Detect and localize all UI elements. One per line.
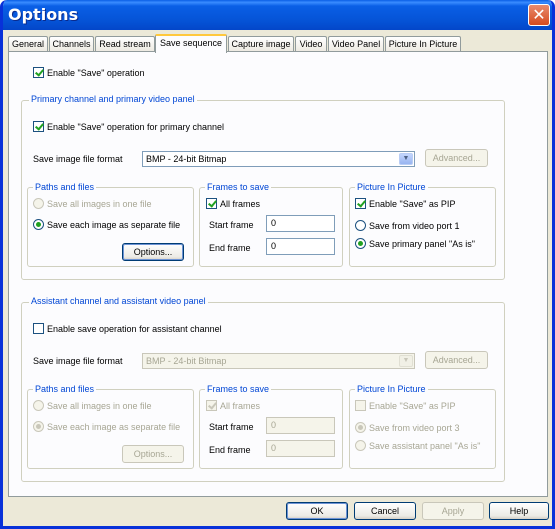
assistant-format-value: BMP - 24-bit Bitmap <box>146 356 227 366</box>
assistant-advanced-button[interactable]: Advanced... <box>425 351 488 369</box>
chevron-down-icon: ▼ <box>399 355 413 367</box>
assistant-all-frames-label: All frames <box>220 401 261 411</box>
tab-panel-save-sequence: Enable "Save" operation Primary channel … <box>8 51 548 497</box>
apply-button[interactable]: Apply <box>422 502 484 520</box>
primary-save-all-radio[interactable] <box>33 198 44 209</box>
primary-panel-as-is-radio[interactable] <box>355 238 366 249</box>
enable-save-checkbox[interactable] <box>33 67 44 78</box>
primary-panel-as-is-label: Save primary panel "As is" <box>369 239 475 249</box>
assistant-format-select[interactable]: BMP - 24-bit Bitmap ▼ <box>142 353 415 369</box>
window-title: Options <box>8 5 79 24</box>
primary-pip-enable-label: Enable "Save" as PIP <box>369 199 456 209</box>
tab-label: Picture In Picture <box>388 39 458 49</box>
assistant-from-port-radio[interactable] <box>355 422 366 433</box>
tab-video[interactable]: Video <box>295 36 327 52</box>
tab-general[interactable]: General <box>8 36 48 52</box>
options-dialog: Options ✕ General Channels Read stream S… <box>0 0 555 529</box>
primary-enable-label: Enable "Save" operation for primary chan… <box>47 122 224 132</box>
tab-capture-image[interactable]: Capture image <box>228 36 294 52</box>
primary-save-each-radio[interactable] <box>33 219 44 230</box>
primary-save-each-label: Save each image as separate file <box>47 220 181 230</box>
primary-frames-title: Frames to save <box>205 182 272 193</box>
assistant-enable-label: Enable save operation for assistant chan… <box>47 324 222 334</box>
assistant-save-all-radio[interactable] <box>33 400 44 411</box>
primary-from-port-radio[interactable] <box>355 220 366 231</box>
primary-paths-title: Paths and files <box>33 182 97 193</box>
primary-start-frame-input[interactable]: 0 <box>266 215 335 232</box>
assistant-panel-as-is-label: Save assistant panel "As is" <box>369 441 481 451</box>
chevron-down-icon: ▼ <box>399 153 413 165</box>
primary-start-frame-label: Start frame <box>209 220 254 230</box>
primary-enable-checkbox[interactable] <box>33 121 44 132</box>
assistant-pip-enable-checkbox[interactable] <box>355 400 366 411</box>
assistant-save-each-radio[interactable] <box>33 421 44 432</box>
tab-label: Read stream <box>99 39 151 49</box>
primary-group-title: Primary channel and primary video panel <box>29 94 197 105</box>
assistant-enable-checkbox[interactable] <box>33 323 44 334</box>
primary-advanced-button[interactable]: Advanced... <box>425 149 488 167</box>
tab-label: Save sequence <box>159 38 223 48</box>
close-icon: ✕ <box>532 5 546 24</box>
assistant-all-frames-checkbox[interactable] <box>206 400 217 411</box>
tab-label: General <box>11 39 45 49</box>
primary-all-frames-label: All frames <box>220 199 261 209</box>
primary-all-frames-checkbox[interactable] <box>206 198 217 209</box>
cancel-button[interactable]: Cancel <box>354 502 416 520</box>
assistant-save-each-label: Save each image as separate file <box>47 422 181 432</box>
close-button[interactable]: ✕ <box>528 4 550 26</box>
primary-format-value: BMP - 24-bit Bitmap <box>146 154 227 164</box>
assistant-pip-enable-label: Enable "Save" as PIP <box>369 401 456 411</box>
primary-pip-title: Picture In Picture <box>355 182 428 193</box>
primary-options-button[interactable]: Options... <box>122 243 184 261</box>
ok-button[interactable]: OK <box>286 502 348 520</box>
assistant-save-all-label: Save all images in one file <box>47 401 152 411</box>
primary-end-frame-input[interactable]: 0 <box>266 238 335 255</box>
tab-read-stream[interactable]: Read stream <box>95 36 155 52</box>
tab-channels[interactable]: Channels <box>49 36 94 52</box>
assistant-paths-title: Paths and files <box>33 384 97 395</box>
assistant-format-label: Save image file format <box>33 356 123 366</box>
tab-label: Video Panel <box>331 39 381 49</box>
assistant-end-frame-input[interactable]: 0 <box>266 440 335 457</box>
assistant-from-port-label: Save from video port 3 <box>369 423 460 433</box>
assistant-end-frame-label: End frame <box>209 445 251 455</box>
assistant-pip-title: Picture In Picture <box>355 384 428 395</box>
enable-save-label: Enable "Save" operation <box>47 68 145 78</box>
tab-picture-in-picture[interactable]: Picture In Picture <box>385 36 461 52</box>
assistant-start-frame-label: Start frame <box>209 422 254 432</box>
tab-save-sequence[interactable]: Save sequence <box>155 34 227 53</box>
primary-format-select[interactable]: BMP - 24-bit Bitmap ▼ <box>142 151 415 167</box>
primary-end-frame-label: End frame <box>209 243 251 253</box>
tab-video-panel[interactable]: Video Panel <box>328 36 384 52</box>
tab-label: Channels <box>52 39 91 49</box>
title-bar[interactable]: Options ✕ <box>3 0 552 30</box>
assistant-panel-as-is-radio[interactable] <box>355 440 366 451</box>
primary-pip-enable-checkbox[interactable] <box>355 198 366 209</box>
tab-label: Capture image <box>231 39 291 49</box>
primary-save-all-label: Save all images in one file <box>47 199 152 209</box>
tab-label: Video <box>299 39 323 49</box>
primary-format-label: Save image file format <box>33 154 123 164</box>
assistant-options-button[interactable]: Options... <box>122 445 184 463</box>
help-button[interactable]: Help <box>489 502 549 520</box>
primary-from-port-label: Save from video port 1 <box>369 221 460 231</box>
assistant-group-title: Assistant channel and assistant video pa… <box>29 296 208 307</box>
assistant-start-frame-input[interactable]: 0 <box>266 417 335 434</box>
assistant-frames-title: Frames to save <box>205 384 272 395</box>
